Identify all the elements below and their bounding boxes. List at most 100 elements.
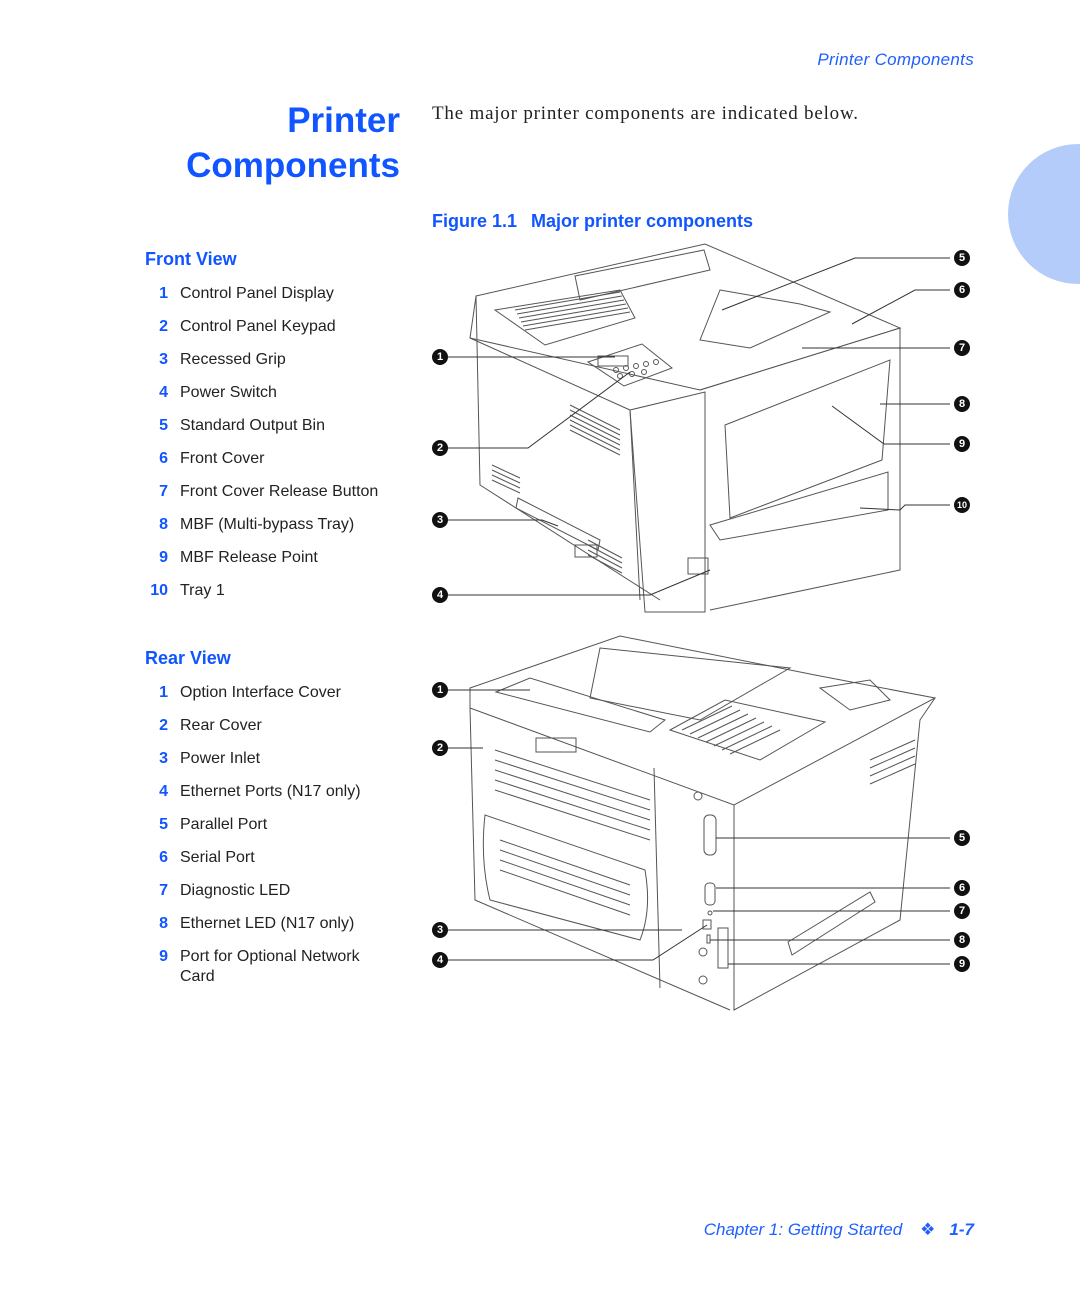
front-callouts: 1 2 3 4 5 6 7 8 9 10 bbox=[432, 250, 970, 603]
page-title: Printer Components bbox=[186, 98, 400, 188]
list-item: 1 Control Panel Display bbox=[145, 284, 390, 304]
item-label: Parallel Port bbox=[180, 816, 268, 833]
page-footer: Chapter 1: Getting Started ❖ 1-7 bbox=[704, 1220, 974, 1240]
diamond-separator-icon: ❖ bbox=[920, 1220, 936, 1239]
item-label: Option Interface Cover bbox=[180, 684, 341, 701]
callout-marker: 3 bbox=[432, 512, 448, 528]
callout-marker: 2 bbox=[432, 740, 448, 756]
item-label: Front Cover Release Button bbox=[180, 483, 379, 500]
svg-text:4: 4 bbox=[437, 954, 444, 966]
callout-marker: 6 bbox=[954, 282, 970, 298]
svg-text:3: 3 bbox=[437, 514, 443, 526]
callout-marker: 8 bbox=[954, 932, 970, 948]
list-item: 10 Tray 1 bbox=[145, 581, 390, 601]
list-item: 8 MBF (Multi-bypass Tray) bbox=[145, 515, 390, 535]
callout-marker: 5 bbox=[954, 250, 970, 266]
item-number: 5 bbox=[159, 417, 168, 434]
list-item: 5 Standard Output Bin bbox=[145, 416, 390, 436]
figure-number: Figure 1.1 bbox=[432, 211, 518, 231]
rear-view-section: Rear View 1 Option Interface Cover 2 Rear … bbox=[145, 648, 390, 1000]
callout-marker: 7 bbox=[954, 903, 970, 919]
page-number: 1-7 bbox=[949, 1220, 974, 1239]
item-label: Power Inlet bbox=[180, 750, 261, 767]
callout-marker: 3 bbox=[432, 922, 448, 938]
svg-text:5: 5 bbox=[959, 252, 965, 264]
item-number: 6 bbox=[159, 849, 168, 866]
item-number: 2 bbox=[159, 318, 168, 335]
item-label: Front Cover bbox=[180, 450, 265, 467]
list-item: 8 Ethernet LED (N17 only) bbox=[145, 914, 390, 934]
list-item: 4 Ethernet Ports (N17 only) bbox=[145, 782, 390, 802]
callout-marker: 1 bbox=[432, 349, 448, 365]
item-label: Ethernet LED (N17 only) bbox=[180, 915, 355, 932]
item-number: 4 bbox=[159, 384, 168, 401]
callout-marker: 5 bbox=[954, 830, 970, 846]
item-number: 5 bbox=[159, 816, 168, 833]
item-number: 4 bbox=[159, 783, 168, 800]
list-item: 3 Recessed Grip bbox=[145, 350, 390, 370]
svg-text:10: 10 bbox=[957, 500, 967, 510]
rear-view-illustration: 1 2 3 4 5 6 7 8 9 bbox=[432, 635, 970, 1011]
item-number: 8 bbox=[159, 516, 168, 533]
svg-text:6: 6 bbox=[959, 284, 965, 296]
svg-text:7: 7 bbox=[959, 342, 965, 354]
list-item: 7 Diagnostic LED bbox=[145, 881, 390, 901]
list-item: 4 Power Switch bbox=[145, 383, 390, 403]
list-item: 6 Serial Port bbox=[145, 848, 390, 868]
callout-marker: 6 bbox=[954, 880, 970, 896]
front-view-list: 1 Control Panel Display 2 Control Panel Ke… bbox=[145, 284, 390, 601]
running-head: Printer Components bbox=[817, 50, 974, 69]
item-label: Standard Output Bin bbox=[180, 417, 325, 434]
printer-rear-drawing bbox=[469, 635, 937, 1011]
svg-text:9: 9 bbox=[959, 438, 965, 450]
front-view-section: Front View 1 Control Panel Display 2 Contr… bbox=[145, 249, 390, 614]
chapter-tab bbox=[1008, 144, 1080, 284]
list-item: 2 Control Panel Keypad bbox=[145, 317, 390, 337]
footer-chapter: Chapter 1: Getting Started bbox=[703, 1220, 903, 1239]
callout-marker: 9 bbox=[954, 956, 970, 972]
front-leader-lines bbox=[440, 257, 950, 596]
item-label: MBF (Multi-bypass Tray) bbox=[180, 516, 355, 533]
list-item: 7 Front Cover Release Button bbox=[145, 482, 390, 502]
svg-text:1: 1 bbox=[437, 684, 443, 696]
svg-text:4: 4 bbox=[437, 589, 444, 601]
callout-marker: 1 bbox=[432, 682, 448, 698]
item-label: Serial Port bbox=[180, 849, 255, 866]
callout-marker: 4 bbox=[432, 952, 448, 968]
item-number: 2 bbox=[159, 717, 168, 734]
item-label: Control Panel Keypad bbox=[180, 318, 336, 335]
list-item: 6 Front Cover bbox=[145, 449, 390, 469]
item-label: Port for Optional Network Card bbox=[180, 948, 360, 985]
item-label: Recessed Grip bbox=[180, 351, 286, 368]
svg-text:7: 7 bbox=[959, 905, 965, 917]
item-number: 6 bbox=[159, 450, 168, 467]
svg-text:9: 9 bbox=[959, 958, 965, 970]
item-number: 3 bbox=[159, 351, 168, 368]
item-number: 9 bbox=[159, 549, 168, 566]
item-label: Power Switch bbox=[180, 384, 277, 401]
svg-text:3: 3 bbox=[437, 924, 443, 936]
item-label: Diagnostic LED bbox=[180, 882, 291, 899]
printer-front-drawing bbox=[469, 243, 902, 613]
callout-marker: 2 bbox=[432, 440, 448, 456]
callout-marker: 8 bbox=[954, 396, 970, 412]
rear-view-heading: Rear View bbox=[145, 648, 231, 668]
item-label: Rear Cover bbox=[180, 717, 262, 734]
list-item: 3 Power Inlet bbox=[145, 749, 390, 769]
item-label: MBF Release Point bbox=[180, 549, 318, 566]
item-number: 7 bbox=[159, 882, 168, 899]
item-number: 7 bbox=[159, 483, 168, 500]
svg-text:2: 2 bbox=[437, 442, 443, 454]
page-title-line-2: Components bbox=[186, 146, 400, 185]
list-item: 9 MBF Release Point bbox=[145, 548, 390, 568]
figure-title: Major printer components bbox=[531, 211, 754, 231]
list-item: 1 Option Interface Cover bbox=[145, 683, 390, 703]
list-item: 5 Parallel Port bbox=[145, 815, 390, 835]
svg-text:5: 5 bbox=[959, 832, 965, 844]
svg-text:8: 8 bbox=[959, 398, 965, 410]
item-number: 1 bbox=[159, 285, 168, 302]
rear-view-list: 1 Option Interface Cover 2 Rear Cover 3 Pow… bbox=[145, 683, 390, 987]
callout-marker: 4 bbox=[432, 587, 448, 603]
item-label: Control Panel Display bbox=[180, 285, 334, 302]
svg-text:8: 8 bbox=[959, 934, 965, 946]
